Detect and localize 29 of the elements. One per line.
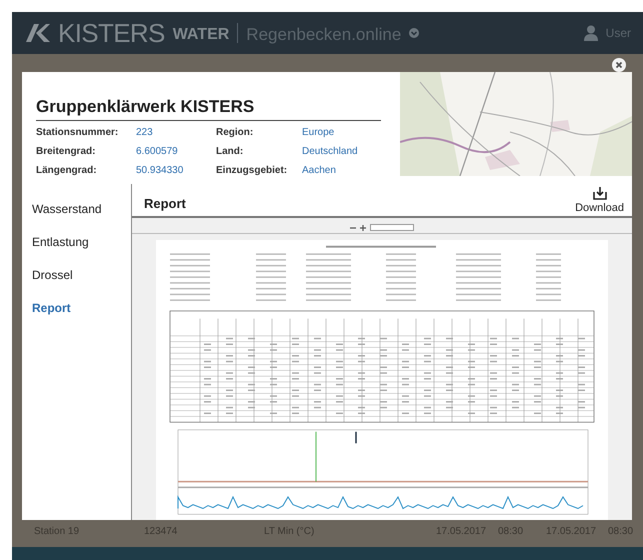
close-icon[interactable] — [612, 58, 626, 72]
sidebar-tab[interactable]: Wasserstand — [22, 192, 131, 225]
sidebar-tab[interactable]: Drossel — [22, 258, 131, 291]
chevron-icon[interactable] — [409, 28, 420, 38]
panel-title: Report — [144, 195, 186, 213]
field-label: Land: — [216, 145, 244, 158]
brand-name: KISTERS — [58, 16, 165, 50]
field-label: Stationsnummer: — [36, 126, 120, 139]
field-value: Deutschland — [302, 145, 359, 158]
user-icon[interactable] — [584, 25, 598, 41]
dialog-title: Gruppenklärwerk KISTERS — [36, 96, 381, 121]
field-label: Längengrad: — [36, 164, 98, 177]
sidebar-tab[interactable]: Report — [22, 291, 131, 324]
logo-icon — [24, 23, 50, 43]
field-value: Aachen — [302, 164, 337, 177]
field-value: 223 — [136, 126, 154, 139]
field-value: Europe — [302, 126, 336, 139]
zoom-field[interactable] — [370, 224, 414, 231]
product-name: WATER — [172, 25, 230, 45]
zoom-out-icon[interactable] — [350, 224, 356, 230]
sidebar-tab[interactable]: Entlastung — [22, 225, 131, 258]
field-label: Region: — [216, 126, 254, 139]
zoom-in-icon[interactable] — [360, 224, 366, 230]
download-icon — [592, 186, 607, 200]
field-value: 6.600579 — [136, 145, 179, 158]
field-value: 50.934330 — [136, 164, 184, 177]
download-button[interactable]: Download — [575, 186, 624, 216]
field-label: Breitengrad: — [36, 145, 96, 158]
field-label: Einzugsgebiet: — [216, 164, 288, 177]
